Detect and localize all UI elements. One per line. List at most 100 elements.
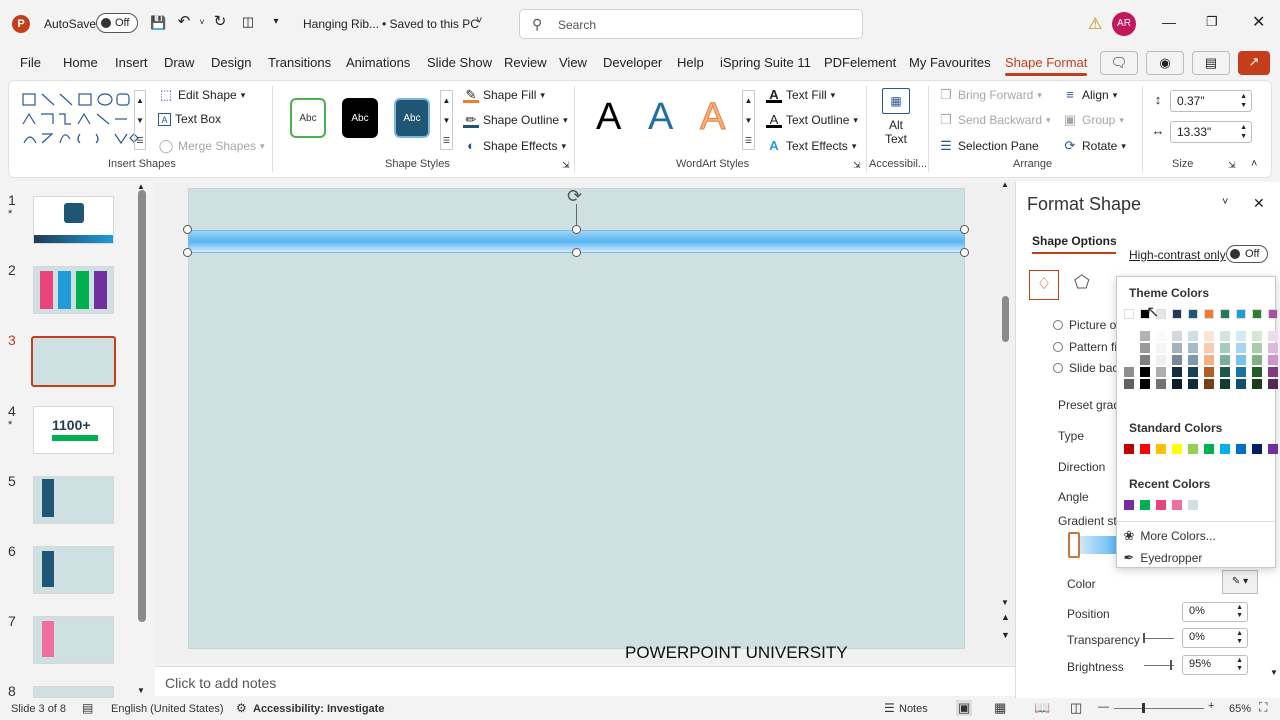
width-input[interactable]: 13.33" ▲ ▼: [1170, 121, 1252, 143]
text-fill-button[interactable]: A Text Fill ▾: [766, 87, 835, 103]
resize-handle[interactable]: [183, 248, 192, 257]
theme-color-swatch[interactable]: [1124, 379, 1134, 389]
send-backward-button[interactable]: ❐ Send Backward ▾: [938, 112, 1050, 128]
theme-color-swatch[interactable]: [1220, 343, 1230, 353]
theme-color-swatch[interactable]: [1236, 331, 1246, 341]
theme-color-swatch[interactable]: [1188, 379, 1198, 389]
brightness-input[interactable]: 95% ▲ ▼: [1182, 655, 1248, 675]
theme-color-swatch[interactable]: [1188, 309, 1198, 319]
dialog-launcher-icon[interactable]: ⇲: [1228, 160, 1236, 171]
slide-thumbnail-1[interactable]: [33, 196, 114, 244]
theme-color-swatch[interactable]: [1220, 355, 1230, 365]
zoom-in-icon[interactable]: +: [1208, 700, 1214, 712]
pane-scroll-down-icon[interactable]: ▼: [1270, 668, 1278, 677]
scroll-down-icon[interactable]: ▼: [137, 686, 145, 695]
tab-view[interactable]: View: [559, 55, 587, 70]
alt-text-button[interactable]: ▦ Alt Text: [876, 88, 916, 150]
undo-icon[interactable]: ↶: [176, 14, 192, 30]
recent-color-swatch[interactable]: [1188, 500, 1198, 510]
fill-option-pattern[interactable]: Pattern fill: [1053, 340, 1122, 354]
zoom-level[interactable]: 65%: [1229, 703, 1251, 715]
theme-color-swatch[interactable]: [1252, 355, 1262, 365]
theme-color-swatch[interactable]: [1156, 343, 1166, 353]
wordart-style-3[interactable]: A: [699, 96, 725, 139]
shape-style-2[interactable]: Abc: [342, 98, 378, 138]
theme-color-swatch[interactable]: [1156, 331, 1166, 341]
standard-color-swatch[interactable]: [1268, 444, 1278, 454]
comments-button[interactable]: 🗨: [1100, 51, 1138, 75]
standard-color-swatch[interactable]: [1124, 444, 1134, 454]
thumbs-scrollbar[interactable]: [138, 190, 146, 622]
group-button[interactable]: ▣ Group ▾: [1062, 112, 1124, 128]
recent-color-swatch[interactable]: [1124, 500, 1134, 510]
theme-color-swatch[interactable]: [1188, 343, 1198, 353]
next-slide-icon[interactable]: ▼: [1001, 630, 1010, 640]
shape-styles-scroll[interactable]: ▲ ▼ ☰: [440, 90, 453, 150]
shape-fill-button[interactable]: ✎ Shape Fill ▾: [463, 87, 545, 103]
tab-slide-show[interactable]: Slide Show: [427, 55, 492, 70]
theme-color-swatch[interactable]: [1172, 331, 1182, 341]
resize-handle[interactable]: [183, 225, 192, 234]
slide[interactable]: [188, 188, 965, 649]
minimize-icon[interactable]: —: [1162, 14, 1176, 30]
tab-pdfelement[interactable]: PDFelement: [824, 55, 896, 70]
theme-color-swatch[interactable]: [1204, 343, 1214, 353]
standard-color-swatch[interactable]: [1172, 444, 1182, 454]
theme-color-swatch[interactable]: [1204, 367, 1214, 377]
tab-file[interactable]: File: [20, 55, 41, 70]
theme-color-swatch[interactable]: [1220, 331, 1230, 341]
theme-color-swatch[interactable]: [1124, 331, 1134, 341]
slide-thumbnail-8[interactable]: [33, 686, 114, 698]
theme-color-swatch[interactable]: [1172, 355, 1182, 365]
standard-color-swatch[interactable]: [1188, 444, 1198, 454]
theme-color-swatch[interactable]: [1220, 309, 1230, 319]
customize-toolbar-icon[interactable]: ▾: [268, 14, 284, 30]
theme-color-swatch[interactable]: [1204, 355, 1214, 365]
scroll-up-icon[interactable]: ▲: [1001, 180, 1009, 189]
slide-sorter-icon[interactable]: ▦: [994, 700, 1006, 716]
accessibility-status[interactable]: Accessibility: Investigate: [253, 703, 384, 715]
restore-icon[interactable]: ❐: [1206, 14, 1218, 30]
fit-slide-icon[interactable]: ⛶: [1259, 700, 1267, 715]
theme-color-swatch[interactable]: [1204, 309, 1214, 319]
theme-color-swatch[interactable]: [1268, 355, 1278, 365]
standard-color-swatch[interactable]: [1236, 444, 1246, 454]
merge-shapes-button[interactable]: ◯ Merge Shapes ▾: [158, 138, 265, 154]
save-icon[interactable]: 💾: [150, 15, 166, 31]
theme-color-swatch[interactable]: [1156, 355, 1166, 365]
previous-slide-icon[interactable]: ▲: [1001, 612, 1010, 622]
tab-insert[interactable]: Insert: [115, 55, 148, 70]
standard-color-swatch[interactable]: [1204, 444, 1214, 454]
recent-color-swatch[interactable]: [1140, 500, 1150, 510]
spellcheck-icon[interactable]: ▤: [82, 701, 93, 715]
tab-my-favourites[interactable]: My Favourites: [909, 55, 991, 70]
reading-view-icon[interactable]: 📖: [1034, 700, 1050, 716]
theme-color-swatch[interactable]: [1156, 367, 1166, 377]
recent-color-swatch[interactable]: [1172, 500, 1182, 510]
edit-shape-button[interactable]: ⬚ Edit Shape ▾: [158, 87, 245, 103]
tab-draw[interactable]: Draw: [164, 55, 194, 70]
theme-color-swatch[interactable]: [1220, 367, 1230, 377]
theme-color-swatch[interactable]: [1172, 367, 1182, 377]
user-avatar[interactable]: AR: [1112, 12, 1136, 36]
resize-handle[interactable]: [572, 225, 581, 234]
save-status[interactable]: • Saved to this PC: [382, 17, 479, 31]
language-status[interactable]: English (United States): [111, 703, 224, 715]
theme-color-swatch[interactable]: [1220, 379, 1230, 389]
text-box-button[interactable]: A Text Box: [158, 112, 221, 126]
close-icon[interactable]: ✕: [1252, 12, 1265, 32]
wordart-scroll[interactable]: ▲ ▼ ☰: [742, 90, 755, 150]
rotate-button[interactable]: ⟳ Rotate ▾: [1062, 138, 1126, 154]
slide-thumbnail-7[interactable]: [33, 616, 114, 664]
theme-color-swatch[interactable]: [1236, 309, 1246, 319]
share-button[interactable]: ↗: [1238, 51, 1270, 75]
theme-color-swatch[interactable]: [1252, 367, 1262, 377]
theme-color-swatch[interactable]: [1172, 309, 1182, 319]
theme-color-swatch[interactable]: [1236, 355, 1246, 365]
more-colors-button[interactable]: ❀ More Colors...: [1121, 528, 1216, 544]
dialog-launcher-icon[interactable]: ⇲: [562, 160, 570, 171]
tab-transitions[interactable]: Transitions: [268, 55, 331, 70]
slide-thumbnail-2[interactable]: [33, 266, 114, 314]
notes-pane[interactable]: Click to add notes: [155, 666, 1015, 696]
notes-icon[interactable]: ☰: [884, 701, 895, 715]
